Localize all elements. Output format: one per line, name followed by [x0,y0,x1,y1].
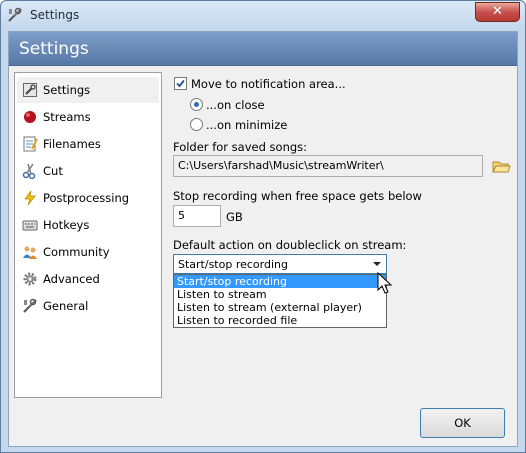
header-band: Settings [9,32,517,66]
sidebar-item-label: Cut [43,164,63,178]
chevron-down-icon [373,262,381,266]
window-title: Settings [30,8,80,22]
folder-icon [492,161,511,173]
sidebar-item-label: Postprocessing [43,191,130,205]
category-list[interactable]: Settings Streams Filenames Cut Postproce… [14,72,162,398]
close-icon: ✕ [492,4,503,19]
free-space-field[interactable]: 5 [173,205,221,227]
browse-folder-button[interactable] [490,155,512,177]
sidebar-item-community[interactable]: Community [17,239,159,265]
document-icon [23,136,38,152]
on-close-label[interactable]: ...on close [206,98,265,112]
sidebar-item-general[interactable]: General [17,293,159,319]
doubleclick-label: Default action on doubleclick on stream: [173,238,407,252]
close-button[interactable]: ✕ [475,2,520,22]
tools-icon [8,7,22,22]
doubleclick-dropdown-list[interactable]: Start/stop recording Listen to stream Li… [173,274,387,328]
settings-window: Settings ✕ Settings Settings Streams Fil… [0,0,526,453]
dialog-body: Settings Settings Streams Filenames Cut … [8,31,518,447]
scissors-icon [22,163,36,179]
sidebar-item-label: Community [43,245,110,259]
dropdown-option[interactable]: Listen to recorded file [174,314,386,327]
tools-icon [23,298,37,313]
sidebar-item-settings[interactable]: Settings [17,77,159,103]
folder-field[interactable]: C:\Users\farshad\Music\streamWriter\ [173,155,483,177]
sidebar-item-advanced[interactable]: Advanced [17,266,159,292]
sidebar-item-label: Streams [43,110,91,124]
gear-icon [23,272,37,286]
sidebar-item-cut[interactable]: Cut [17,158,159,184]
doubleclick-selected-value: Start/stop recording [178,258,288,271]
settings-icon [23,83,37,97]
lightning-icon [24,190,36,206]
settings-panel: Move to notification area... ...on close… [169,72,514,398]
sidebar-item-label: Settings [43,83,91,97]
dropdown-option[interactable]: Listen to stream [174,288,386,301]
sidebar-item-label: Hotkeys [43,218,90,232]
sidebar-item-streams[interactable]: Streams [17,104,159,130]
dropdown-option[interactable]: Start/stop recording [174,275,386,288]
sidebar-item-filenames[interactable]: Filenames [17,131,159,157]
free-space-unit: GB [226,210,243,224]
on-close-radio[interactable] [190,98,203,111]
red-dot-icon [24,111,36,123]
sidebar-item-label: Filenames [43,137,101,151]
on-minimize-radio[interactable] [190,118,203,131]
people-icon [23,246,37,259]
page-title: Settings [19,39,89,59]
title-bar[interactable]: Settings ✕ [1,1,525,31]
dropdown-option[interactable]: Listen to stream (external player) [174,301,386,314]
ok-button[interactable]: OK [420,408,505,438]
tray-checkbox-label[interactable]: Move to notification area... [191,77,346,91]
sidebar-item-label: Advanced [43,272,100,286]
tray-checkbox[interactable] [174,77,187,90]
doubleclick-dropdown[interactable]: Start/stop recording [173,254,387,274]
sidebar-item-hotkeys[interactable]: Hotkeys [17,212,159,238]
on-minimize-label[interactable]: ...on minimize [206,118,287,132]
folder-label: Folder for saved songs: [173,140,308,154]
keyboard-icon [22,220,38,231]
checkmark-icon [176,79,185,88]
sidebar-item-postprocessing[interactable]: Postprocessing [17,185,159,211]
mouse-cursor-icon [377,272,393,294]
free-space-label: Stop recording when free space gets belo… [173,189,422,203]
sidebar-item-label: General [43,299,89,313]
